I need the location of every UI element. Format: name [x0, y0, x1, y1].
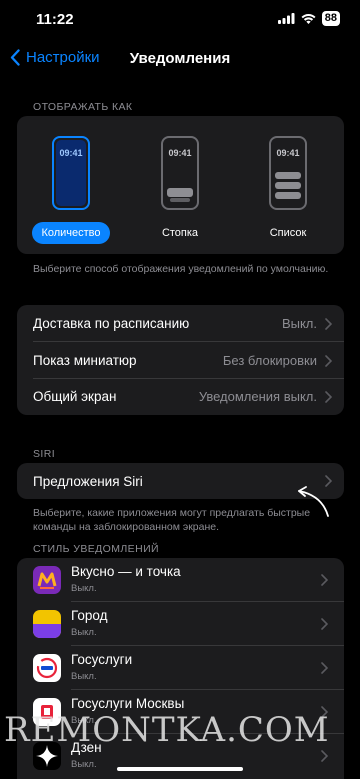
- wifi-icon: [301, 14, 316, 24]
- display-footnote: Выберите способ отображения уведомлений …: [33, 263, 329, 275]
- vkusno-icon: [33, 566, 61, 594]
- chevron-right-icon: [325, 354, 332, 367]
- row-label: Общий экран: [33, 389, 117, 404]
- chevron-right-icon: [325, 317, 332, 330]
- app-status: Выкл.: [71, 715, 97, 726]
- page-title: Уведомления: [129, 50, 231, 67]
- status-bar: 11:22 88: [0, 0, 360, 40]
- chevron-right-icon: [321, 574, 328, 586]
- signal-icon: [277, 13, 295, 24]
- list-item-dzen[interactable]: Дзен Выкл.: [17, 734, 344, 778]
- display-style-card: 09:41 Количество 09:41 Стопка 09:41 Спис…: [17, 116, 344, 254]
- chevron-right-icon: [321, 750, 328, 762]
- chevron-right-icon: [321, 618, 328, 630]
- row-label: Предложения Siri: [33, 473, 143, 489]
- chevron-right-icon: [321, 662, 328, 674]
- dzen-icon: [33, 742, 61, 770]
- phone-time: 09:41: [59, 148, 83, 158]
- display-option-label: Стопка: [161, 227, 199, 239]
- display-section-header: ОТОБРАЖАТЬ КАК: [33, 101, 133, 113]
- list-item-vkusno[interactable]: Вкусно — и точка Выкл.: [17, 558, 344, 602]
- home-indicator[interactable]: [117, 767, 243, 771]
- app-status: Выкл.: [71, 671, 97, 682]
- display-option-stack[interactable]: 09:41 Стопка: [135, 136, 225, 244]
- app-name: Город: [71, 608, 108, 623]
- display-option-count[interactable]: 09:41 Количество: [26, 136, 116, 244]
- display-option-label: Список: [269, 227, 307, 239]
- battery-indicator: 88: [321, 11, 340, 26]
- phone-stack-preview-icon: 09:41: [161, 136, 199, 210]
- chevron-right-icon: [325, 390, 332, 403]
- apps-list-card: Вкусно — и точка Выкл. Город Выкл. Госус…: [17, 558, 344, 779]
- row-label: Показ миниатюр: [33, 353, 137, 368]
- app-name: Госуслуги: [71, 652, 133, 667]
- phone-count-preview-icon: 09:41: [52, 136, 90, 210]
- list-item-gosuslugi-moscow[interactable]: Госуслуги Москвы Выкл.: [17, 690, 344, 734]
- phone-time: 09:41: [168, 148, 192, 158]
- chevron-right-icon: [321, 706, 328, 718]
- app-name: Вкусно — и точка: [71, 564, 181, 579]
- row-value: Выкл.: [281, 316, 317, 331]
- navigation-bar: Настройки Уведомления: [0, 44, 360, 74]
- app-status: Выкл.: [71, 759, 97, 770]
- row-value: Уведомления выкл.: [198, 389, 317, 404]
- row-label: Доставка по расписанию: [33, 316, 190, 331]
- phone-time: 09:41: [276, 148, 300, 158]
- gosuslugi-icon: [33, 654, 61, 682]
- status-time: 11:22: [36, 11, 74, 28]
- siri-section-header: SIRI: [33, 448, 56, 460]
- app-status: Выкл.: [71, 627, 97, 638]
- app-status: Выкл.: [71, 583, 97, 594]
- row-value: Без блокировки: [222, 353, 317, 368]
- app-name: Дзен: [71, 740, 102, 755]
- display-option-label: Количество: [32, 222, 110, 244]
- status-icons: 88: [277, 11, 340, 26]
- gosuslugi-moscow-icon: [33, 698, 61, 726]
- notification-style-header: СТИЛЬ УВЕДОМЛЕНИЙ: [33, 543, 159, 555]
- app-name: Госуслуги Москвы: [71, 696, 185, 711]
- phone-list-preview-icon: 09:41: [269, 136, 307, 210]
- list-item-gorod[interactable]: Город Выкл.: [17, 602, 344, 646]
- notification-settings-card: Доставка по расписанию Выкл. Показ миниа…: [17, 305, 344, 415]
- siri-footnote: Выберите, какие приложения могут предлаг…: [33, 507, 311, 533]
- row-scheduled-delivery[interactable]: Доставка по расписанию Выкл.: [17, 305, 344, 342]
- list-item-gosuslugi[interactable]: Госуслуги Выкл.: [17, 646, 344, 690]
- row-screen-sharing[interactable]: Общий экран Уведомления выкл.: [17, 378, 344, 415]
- gorod-icon: [33, 610, 61, 638]
- row-show-previews[interactable]: Показ миниатюр Без блокировки: [17, 342, 344, 379]
- display-option-list[interactable]: 09:41 Список: [243, 136, 333, 244]
